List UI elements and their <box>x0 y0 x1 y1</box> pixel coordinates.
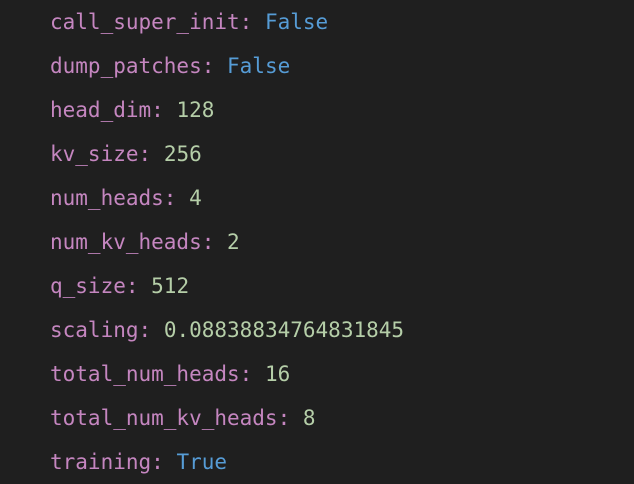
variable-name: kv_size <box>50 142 139 166</box>
variable-name: num_heads <box>50 186 164 210</box>
variable-separator: : <box>138 142 164 166</box>
variable-separator: : <box>163 186 190 210</box>
variable-value: 0.08838834764831845 <box>163 318 405 342</box>
variable-separator: : <box>277 406 303 430</box>
variable-row-num-heads[interactable]: num_heads: 4 <box>50 176 404 220</box>
variable-value: 8 <box>302 406 316 430</box>
variable-separator: : <box>239 362 265 386</box>
variable-separator: : <box>138 318 164 342</box>
variable-row-training[interactable]: training: True <box>50 440 404 484</box>
variable-value: False <box>264 10 329 34</box>
variable-row-total-num-heads[interactable]: total_num_heads: 16 <box>50 352 404 396</box>
variables-panel: call_super_init: False dump_patches: Fals… <box>0 0 634 484</box>
variable-name: training <box>50 450 152 474</box>
variable-row-scaling[interactable]: scaling: 0.08838834764831845 <box>50 308 404 352</box>
variable-name: total_num_kv_heads <box>50 406 278 430</box>
variable-row-call-super-init[interactable]: call_super_init: False <box>50 0 404 44</box>
variable-value: True <box>176 450 228 474</box>
variable-value: 4 <box>189 186 202 210</box>
variable-list: call_super_init: False dump_patches: Fals… <box>50 0 404 484</box>
variable-row-num-kv-heads[interactable]: num_kv_heads: 2 <box>50 220 404 264</box>
variable-separator: : <box>151 98 177 122</box>
variable-name: total_num_heads <box>50 362 240 386</box>
variable-name: q_size <box>50 274 126 298</box>
variable-separator: : <box>151 450 177 474</box>
variable-separator: : <box>239 10 265 34</box>
variable-value: 2 <box>227 230 240 254</box>
variable-row-q-size[interactable]: q_size: 512 <box>50 264 404 308</box>
variable-value: 256 <box>163 142 202 166</box>
variable-separator: : <box>201 54 228 78</box>
variable-name: scaling <box>50 318 139 342</box>
variable-value: False <box>227 54 291 78</box>
variable-row-dump-patches[interactable]: dump_patches: False <box>50 44 404 88</box>
variable-value: 512 <box>151 274 190 298</box>
variable-value: 16 <box>264 362 291 386</box>
variable-separator: : <box>201 230 228 254</box>
variable-row-kv-size[interactable]: kv_size: 256 <box>50 132 404 176</box>
variable-separator: : <box>125 274 152 298</box>
variable-name: num_kv_heads <box>50 230 202 254</box>
variable-name: call_super_init <box>50 10 240 34</box>
variable-name: head_dim <box>50 98 152 122</box>
variable-name: dump_patches <box>50 54 202 78</box>
variable-value: 128 <box>176 98 215 122</box>
variable-row-head-dim[interactable]: head_dim: 128 <box>50 88 404 132</box>
variable-row-total-num-kv-heads[interactable]: total_num_kv_heads: 8 <box>50 396 404 440</box>
